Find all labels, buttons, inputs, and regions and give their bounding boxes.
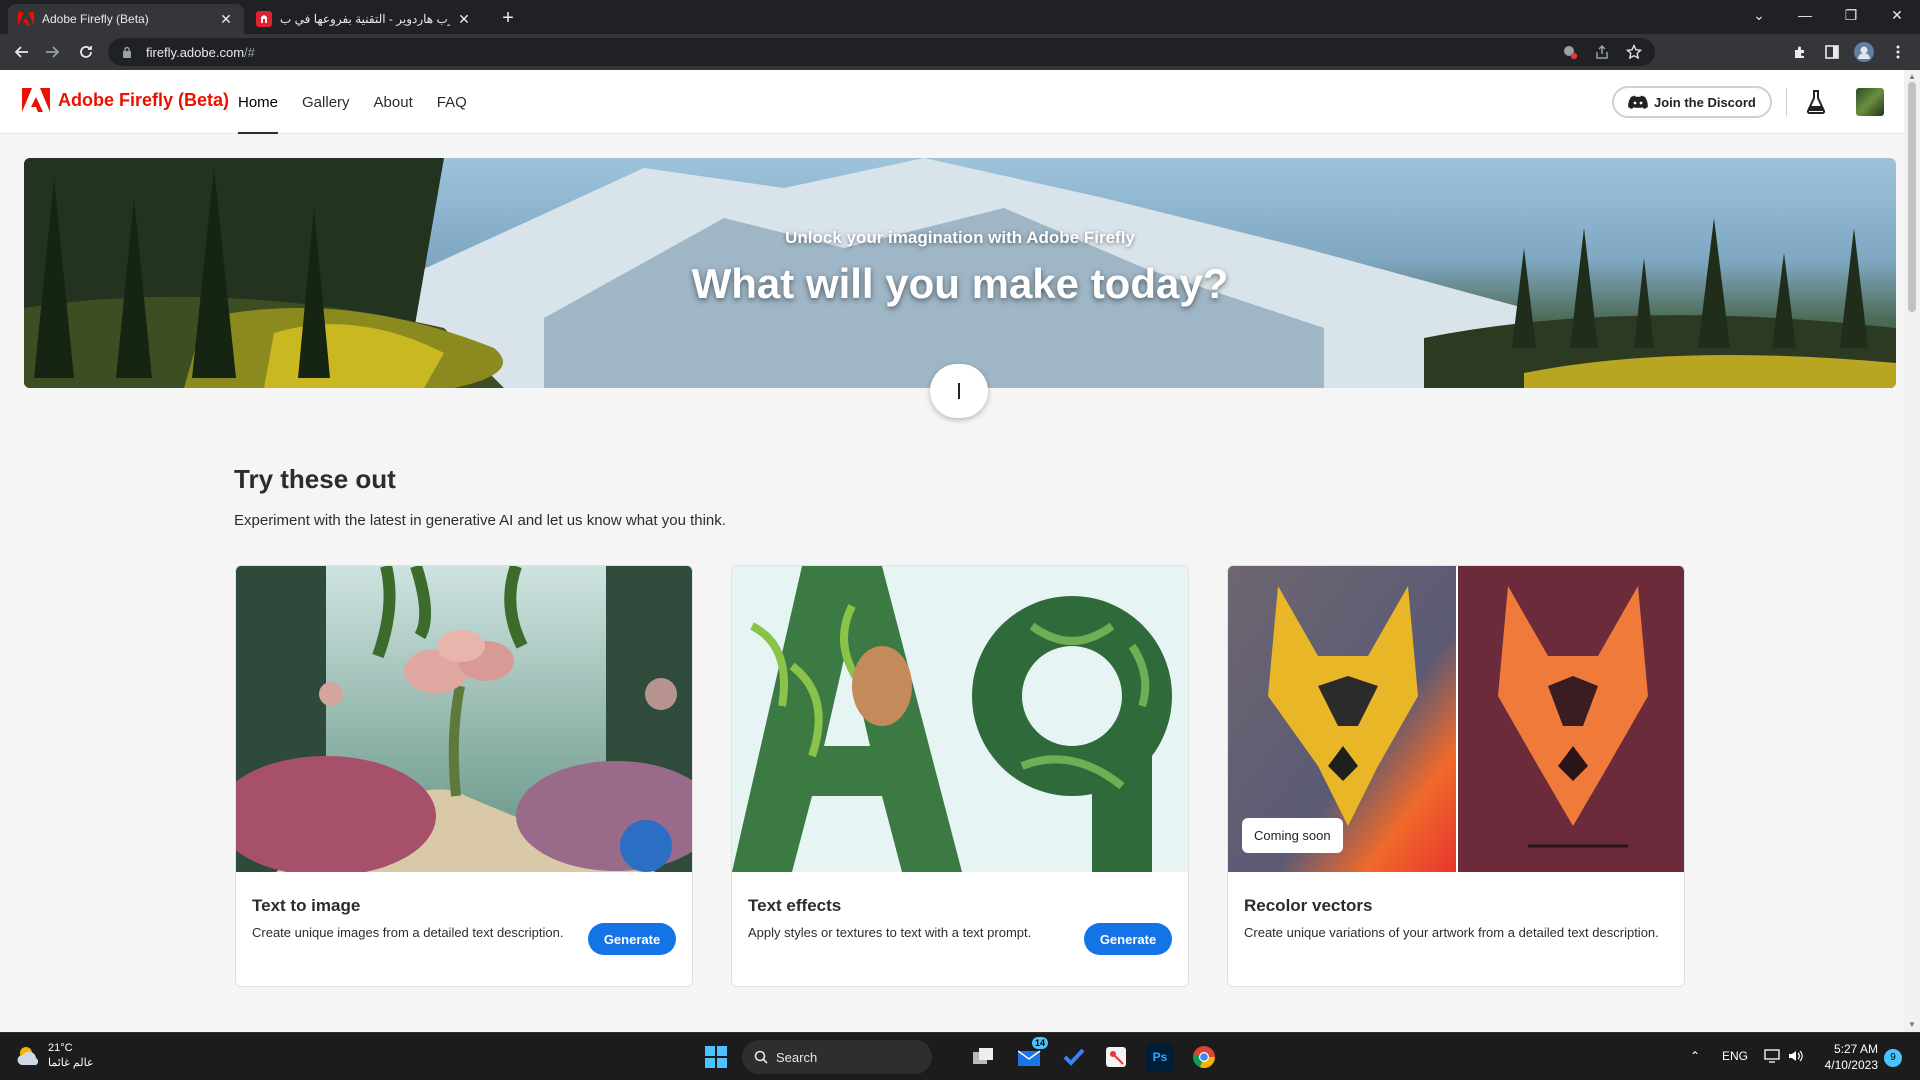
page-scrollbar[interactable]: ▲ ▼ bbox=[1904, 70, 1920, 1032]
windows-start-icon[interactable] bbox=[702, 1043, 730, 1071]
generate-button[interactable]: Generate bbox=[588, 923, 676, 955]
side-panel-icon[interactable] bbox=[1820, 40, 1844, 64]
section-title: Try these out bbox=[234, 464, 396, 494]
nav-divider bbox=[1786, 88, 1787, 116]
forward-arrow-icon[interactable] bbox=[40, 40, 64, 64]
taskbar-search[interactable]: Search bbox=[742, 1040, 932, 1074]
kebab-menu-icon[interactable] bbox=[1886, 40, 1910, 64]
tab-title: Adobe Firefly (Beta) bbox=[42, 12, 149, 26]
flask-labs-icon[interactable] bbox=[1806, 90, 1826, 114]
scroll-down-arrow-icon[interactable]: ▼ bbox=[1908, 1020, 1916, 1029]
site-header: Adobe Firefly (Beta) Home Gallery About … bbox=[0, 70, 1904, 134]
share-icon[interactable] bbox=[1590, 40, 1614, 64]
brand-name: Adobe Firefly (Beta) bbox=[58, 89, 230, 110]
tab-title: عرب هاردوير - التقنية بفروعها في ب bbox=[280, 12, 450, 26]
hero-banner: Unlock your imagination with Adobe Firef… bbox=[24, 158, 1896, 388]
url-host: firefly.adobe.com bbox=[146, 44, 245, 60]
page-viewport: Adobe Firefly (Beta) Home Gallery About … bbox=[0, 70, 1904, 1032]
join-discord-button[interactable]: Join the Discord bbox=[1612, 86, 1772, 118]
hero-subtitle: Unlock your imagination with Adobe Firef… bbox=[785, 228, 1135, 247]
new-tab-button[interactable]: + bbox=[496, 6, 520, 30]
card-title: Text effects bbox=[748, 896, 842, 915]
windows-taskbar: 21°C عالم غائما Search 14 Ps ⌃ ENG 5:27 … bbox=[0, 1032, 1920, 1080]
bookmark-star-icon[interactable] bbox=[1622, 40, 1646, 64]
section-subtitle: Experiment with the latest in generative… bbox=[234, 512, 726, 529]
restore-button[interactable]: ❐ bbox=[1828, 0, 1874, 30]
nav-gallery[interactable]: Gallery bbox=[302, 70, 350, 134]
nav-about[interactable]: About bbox=[374, 70, 413, 134]
tab-close-icon[interactable]: ✕ bbox=[456, 11, 472, 28]
url-path: /# bbox=[244, 44, 255, 60]
leafy-letters-image bbox=[732, 566, 1188, 872]
recolored-dog-image: Coming soon bbox=[1228, 566, 1684, 872]
fantasy-garden-image bbox=[236, 566, 692, 872]
mail-app-icon[interactable]: 14 bbox=[1016, 1037, 1049, 1071]
language-indicator[interactable]: ENG bbox=[1722, 1049, 1748, 1063]
card-description: Apply styles or textures to text with a … bbox=[748, 925, 1032, 940]
photoshop-icon[interactable]: Ps bbox=[1146, 1043, 1174, 1071]
adobe-logo-icon bbox=[22, 88, 50, 112]
clock-date: 4/10/2023 bbox=[1824, 1058, 1878, 1072]
show-hidden-icons-chevron-icon[interactable]: ⌃ bbox=[1690, 1049, 1700, 1063]
discord-icon bbox=[1628, 95, 1648, 109]
card-title: Recolor vectors bbox=[1244, 896, 1373, 915]
tab-search-icon[interactable]: ⌄ bbox=[1736, 0, 1782, 30]
partly-cloudy-icon bbox=[17, 1047, 39, 1065]
translate-blocked-icon[interactable] bbox=[1558, 40, 1582, 64]
browser-tab-strip: Adobe Firefly (Beta) ✕ عرب هاردوير - الت… bbox=[0, 0, 1920, 34]
notification-badge[interactable]: 9 bbox=[1884, 1049, 1902, 1067]
browser-toolbar: firefly.adobe.com/# bbox=[0, 34, 1920, 70]
weather-temp: 21°C bbox=[48, 1042, 73, 1054]
lock-icon[interactable] bbox=[122, 45, 136, 59]
taskbar-clock[interactable]: 5:27 AM 4/10/2023 bbox=[1816, 1041, 1878, 1073]
main-nav: Home Gallery About FAQ bbox=[238, 70, 491, 134]
address-bar[interactable]: firefly.adobe.com/# bbox=[108, 38, 1655, 66]
mail-badge: 14 bbox=[1032, 1037, 1049, 1049]
card-text-to-image[interactable]: Text to image Create unique images from … bbox=[235, 565, 693, 987]
hero-headline: What will you make today? bbox=[691, 260, 1229, 307]
search-icon bbox=[754, 1050, 768, 1064]
reload-icon[interactable] bbox=[74, 40, 98, 64]
tab-close-icon[interactable]: ✕ bbox=[218, 11, 234, 28]
card-title: Text to image bbox=[252, 896, 361, 915]
generate-button[interactable]: Generate bbox=[1084, 923, 1172, 955]
discord-label: Join the Discord bbox=[1654, 94, 1756, 110]
back-arrow-icon[interactable] bbox=[10, 40, 34, 64]
coming-soon-badge: Coming soon bbox=[1242, 818, 1343, 853]
arabhardware-favicon-icon bbox=[256, 11, 272, 27]
close-window-button[interactable]: ✕ bbox=[1874, 0, 1920, 30]
weather-widget[interactable]: 21°C عالم غائما bbox=[16, 1041, 94, 1071]
scrollbar-thumb[interactable] bbox=[1908, 82, 1916, 312]
extensions-puzzle-icon[interactable] bbox=[1788, 40, 1812, 64]
card-text-effects[interactable]: Text effects Apply styles or textures to… bbox=[731, 565, 1189, 987]
card-recolor-vectors[interactable]: Coming soon Recolor vectors Create uniqu… bbox=[1227, 565, 1685, 987]
snipping-tool-icon[interactable] bbox=[1102, 1043, 1130, 1071]
search-label: Search bbox=[776, 1049, 818, 1065]
chrome-icon[interactable] bbox=[1190, 1043, 1218, 1071]
user-avatar[interactable] bbox=[1856, 88, 1884, 116]
adobe-favicon-icon bbox=[18, 11, 34, 27]
tab-adobe-firefly[interactable]: Adobe Firefly (Beta) ✕ bbox=[8, 4, 244, 34]
clock-time: 5:27 AM bbox=[1833, 1042, 1878, 1056]
prompt-input-button[interactable] bbox=[930, 364, 988, 418]
nav-home[interactable]: Home bbox=[238, 70, 279, 134]
tab-arabhardware[interactable]: عرب هاردوير - التقنية بفروعها في ب ✕ bbox=[246, 4, 482, 34]
card-description: Create unique variations of your artwork… bbox=[1244, 925, 1659, 940]
task-view-icon[interactable] bbox=[970, 1043, 998, 1071]
weather-condition: عالم غائما bbox=[48, 1057, 94, 1069]
minimize-button[interactable]: — bbox=[1782, 0, 1828, 30]
volume-icon[interactable] bbox=[1788, 1049, 1804, 1066]
brand-link[interactable]: Adobe Firefly (Beta) bbox=[22, 88, 229, 112]
profile-avatar-icon[interactable] bbox=[1852, 40, 1876, 64]
text-cursor-icon bbox=[958, 383, 960, 399]
scroll-up-arrow-icon[interactable]: ▲ bbox=[1908, 72, 1916, 81]
card-description: Create unique images from a detailed tex… bbox=[252, 925, 564, 940]
network-icon[interactable] bbox=[1764, 1049, 1780, 1066]
nav-faq[interactable]: FAQ bbox=[437, 70, 467, 134]
todo-check-icon[interactable] bbox=[1060, 1043, 1088, 1071]
